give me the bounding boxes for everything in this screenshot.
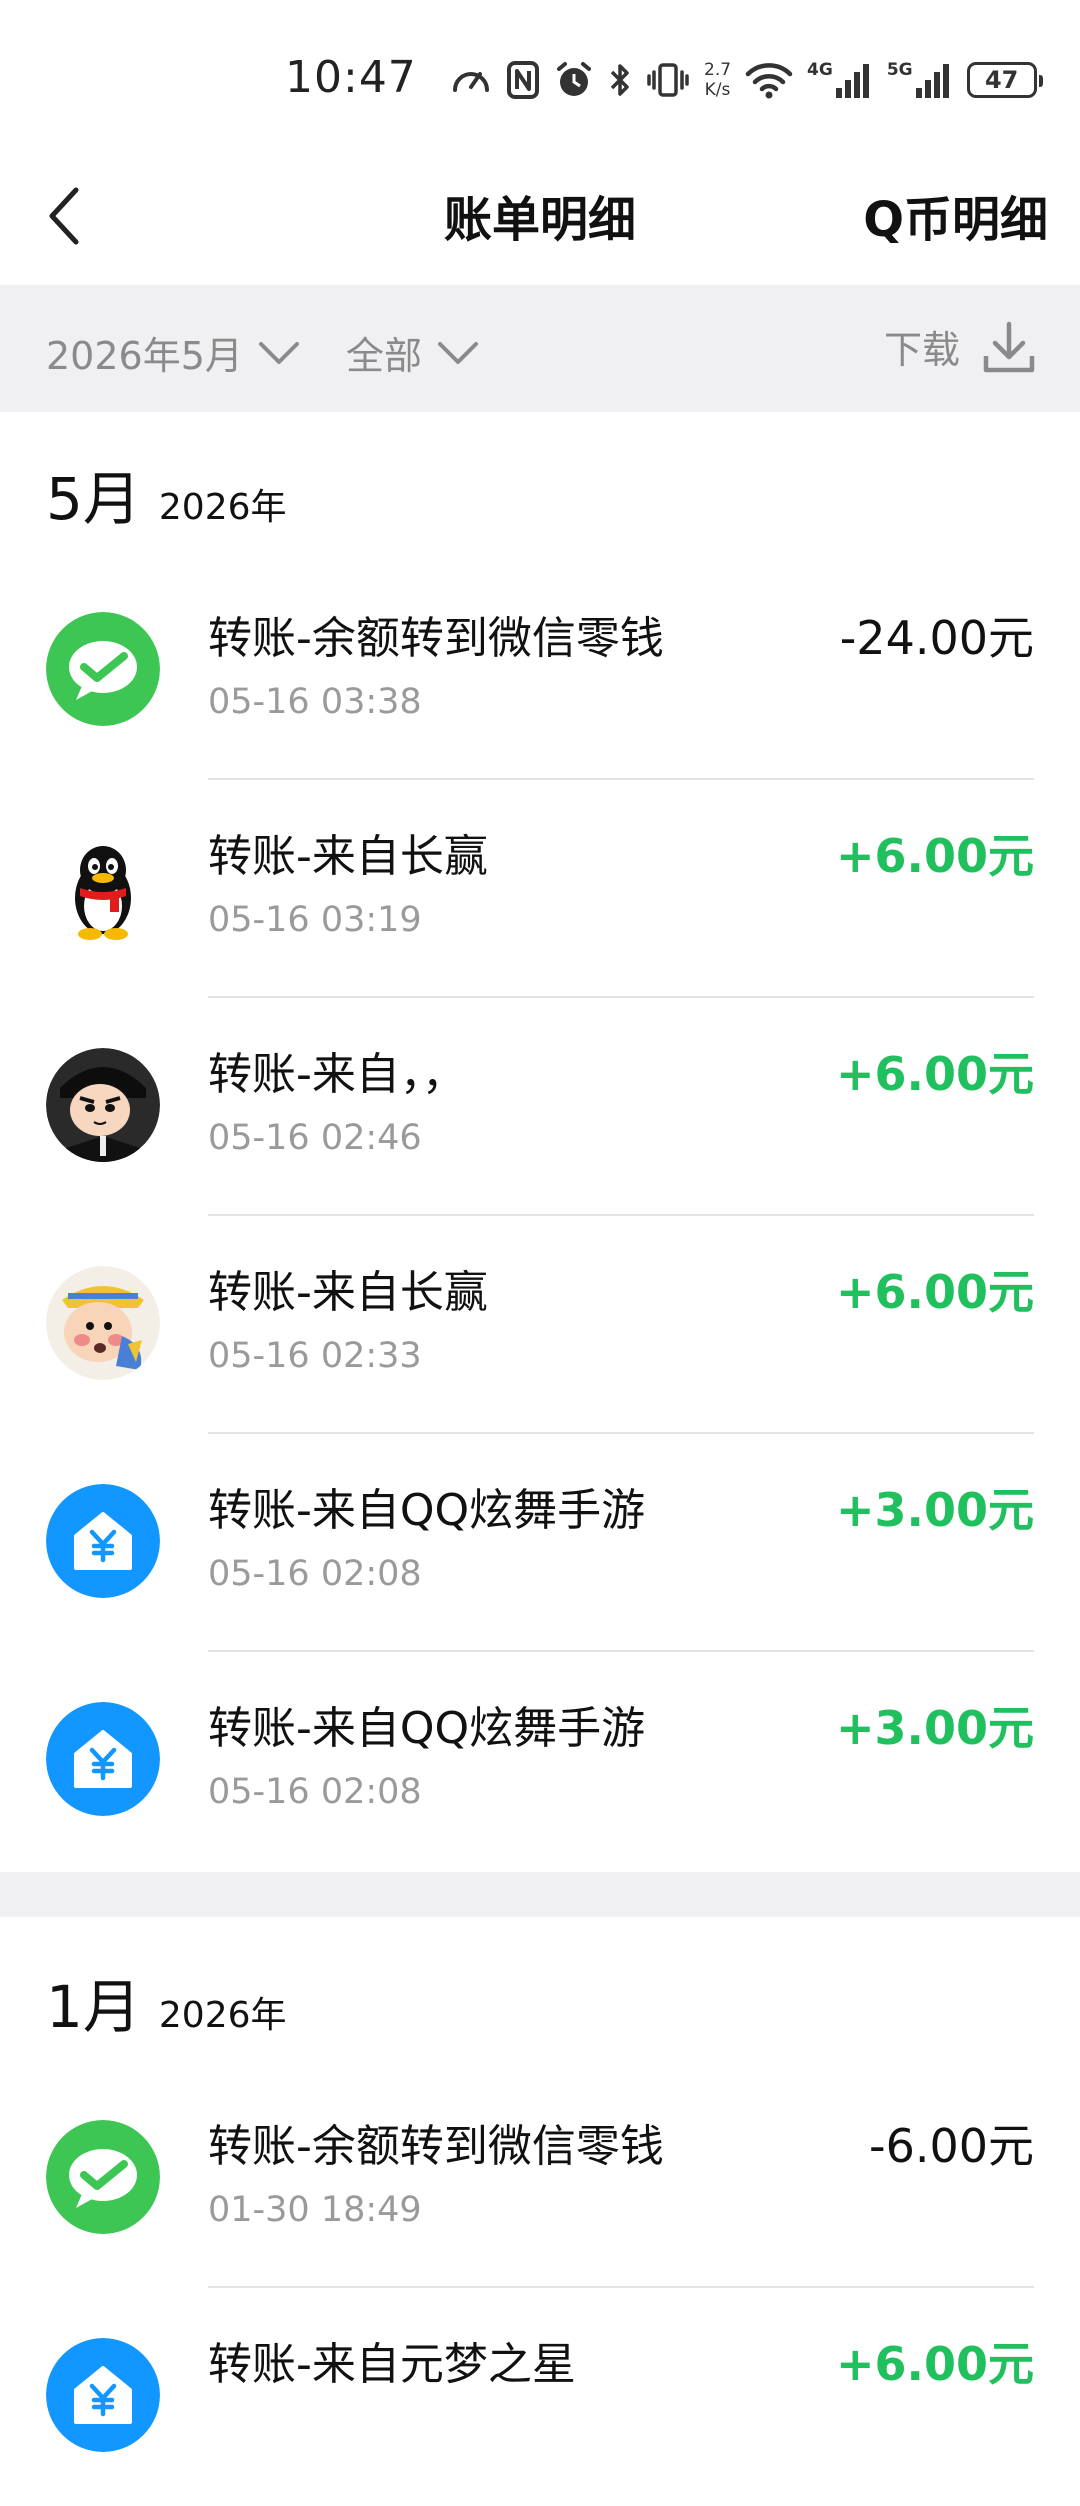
transaction-title: 转账-来自元梦之星 bbox=[208, 2339, 576, 2390]
status-icons: 2.7 K/s 4G 5G 47 bbox=[450, 50, 1043, 110]
transaction-time: 05-16 02:08 bbox=[208, 1772, 422, 1812]
transaction-amount: -6.00元 bbox=[868, 2119, 1034, 2173]
transaction-time: 05-16 02:08 bbox=[208, 1554, 422, 1594]
wifi-icon bbox=[745, 60, 793, 100]
transaction-row[interactable]: 转账-来自QQ炫舞手游 05-16 02:08 +3.00元 bbox=[0, 1434, 1080, 1652]
net-speed-unit: K/s bbox=[704, 80, 731, 100]
net-speed-value: 2.7 bbox=[704, 60, 732, 80]
cartoon-avatar bbox=[46, 1048, 160, 1162]
section-year: 2026年 bbox=[158, 487, 287, 528]
transaction-row[interactable]: 转账-来自元梦之星 +6.00元 bbox=[0, 2288, 1080, 2506]
section-divider bbox=[0, 1872, 1080, 1917]
section-month: 1月 bbox=[46, 1973, 141, 2041]
transaction-time: 05-16 02:46 bbox=[208, 1118, 422, 1158]
transaction-title: 转账-余额转到微信零钱 bbox=[208, 2121, 664, 2172]
transaction-title: 转账-来自长赢 bbox=[208, 1267, 488, 1318]
filter-bar: 2026年5月 全部 下载 bbox=[0, 285, 1080, 412]
yuan-house-icon bbox=[46, 1702, 160, 1816]
battery-icon: 47 bbox=[966, 62, 1043, 98]
transaction-amount: +6.00元 bbox=[835, 2337, 1034, 2391]
type-filter[interactable]: 全部 bbox=[346, 325, 480, 380]
wechat-icon bbox=[46, 2120, 160, 2234]
transaction-time: 05-16 03:19 bbox=[208, 900, 422, 940]
transaction-row[interactable]: 转账-来自长赢 05-16 02:33 +6.00元 bbox=[0, 1216, 1080, 1434]
app-header: 账单明细 Q币明细 bbox=[0, 150, 1080, 285]
download-icon bbox=[983, 321, 1035, 372]
vibrate-icon bbox=[646, 60, 690, 100]
transaction-title: 转账-来自，， bbox=[208, 1049, 466, 1100]
chevron-down-icon bbox=[258, 341, 299, 364]
speedometer-icon bbox=[450, 60, 492, 100]
download-label: 下载 bbox=[883, 328, 960, 372]
qq-penguin-icon bbox=[46, 830, 160, 944]
status-bar: 10:47 2.7 K/s 4G 5G 47 bbox=[0, 0, 1080, 150]
net-speed: 2.7 K/s bbox=[704, 60, 731, 100]
status-time: 10:47 bbox=[285, 52, 417, 103]
section-header-january: 1月 2026年 bbox=[46, 1960, 287, 2044]
section-month: 5月 bbox=[46, 465, 141, 533]
q-coin-detail-button[interactable]: Q币明细 bbox=[863, 180, 1048, 250]
transaction-row[interactable]: 转账-余额转到微信零钱 01-30 18:49 -6.00元 bbox=[0, 2070, 1080, 2288]
transaction-amount: +6.00元 bbox=[835, 1265, 1034, 1319]
nfc-icon bbox=[506, 60, 540, 100]
battery-level: 47 bbox=[984, 66, 1019, 94]
transaction-title: 转账-来自QQ炫舞手游 bbox=[208, 1703, 646, 1754]
signal-icon: 5G bbox=[887, 60, 953, 100]
transaction-title: 转账-余额转到微信零钱 bbox=[208, 613, 664, 664]
transaction-amount: -24.00元 bbox=[839, 611, 1034, 665]
wechat-icon bbox=[46, 612, 160, 726]
signal-icon: 4G bbox=[807, 60, 873, 100]
transaction-row[interactable]: 转账-来自，， 05-16 02:46 +6.00元 bbox=[0, 998, 1080, 1216]
transaction-time: 05-16 03:38 bbox=[208, 682, 422, 722]
section-year: 2026年 bbox=[158, 1995, 287, 2036]
signal-type-label: 5G bbox=[886, 60, 913, 80]
month-filter[interactable]: 2026年5月 bbox=[46, 325, 301, 380]
month-filter-label: 2026年5月 bbox=[46, 334, 243, 378]
transaction-time: 05-16 02:33 bbox=[208, 1336, 422, 1376]
download-button[interactable]: 下载 bbox=[884, 319, 1036, 374]
signal-type-label: 4G bbox=[807, 60, 833, 80]
transaction-row[interactable]: 转账-余额转到微信零钱 05-16 03:38 -24.00元 bbox=[0, 562, 1080, 780]
bluetooth-icon bbox=[608, 60, 632, 100]
cartoon-avatar bbox=[46, 1266, 160, 1380]
transaction-amount: +6.00元 bbox=[835, 829, 1034, 883]
transaction-time: 01-30 18:49 bbox=[208, 2190, 422, 2230]
chevron-down-icon bbox=[438, 341, 479, 364]
transaction-title: 转账-来自长赢 bbox=[208, 831, 488, 882]
type-filter-label: 全部 bbox=[346, 334, 423, 378]
transaction-row[interactable]: 转账-来自长赢 05-16 03:19 +6.00元 bbox=[0, 780, 1080, 998]
alarm-icon bbox=[554, 60, 594, 100]
yuan-house-icon bbox=[46, 2338, 160, 2452]
transaction-amount: +3.00元 bbox=[835, 1701, 1034, 1755]
transaction-row[interactable]: 转账-来自QQ炫舞手游 05-16 02:08 +3.00元 bbox=[0, 1652, 1080, 1870]
yuan-house-icon bbox=[46, 1484, 160, 1598]
transaction-amount: +3.00元 bbox=[835, 1483, 1034, 1537]
transaction-title: 转账-来自QQ炫舞手游 bbox=[208, 1485, 646, 1536]
transaction-amount: +6.00元 bbox=[835, 1047, 1034, 1101]
section-header-may: 5月 2026年 bbox=[46, 452, 287, 536]
